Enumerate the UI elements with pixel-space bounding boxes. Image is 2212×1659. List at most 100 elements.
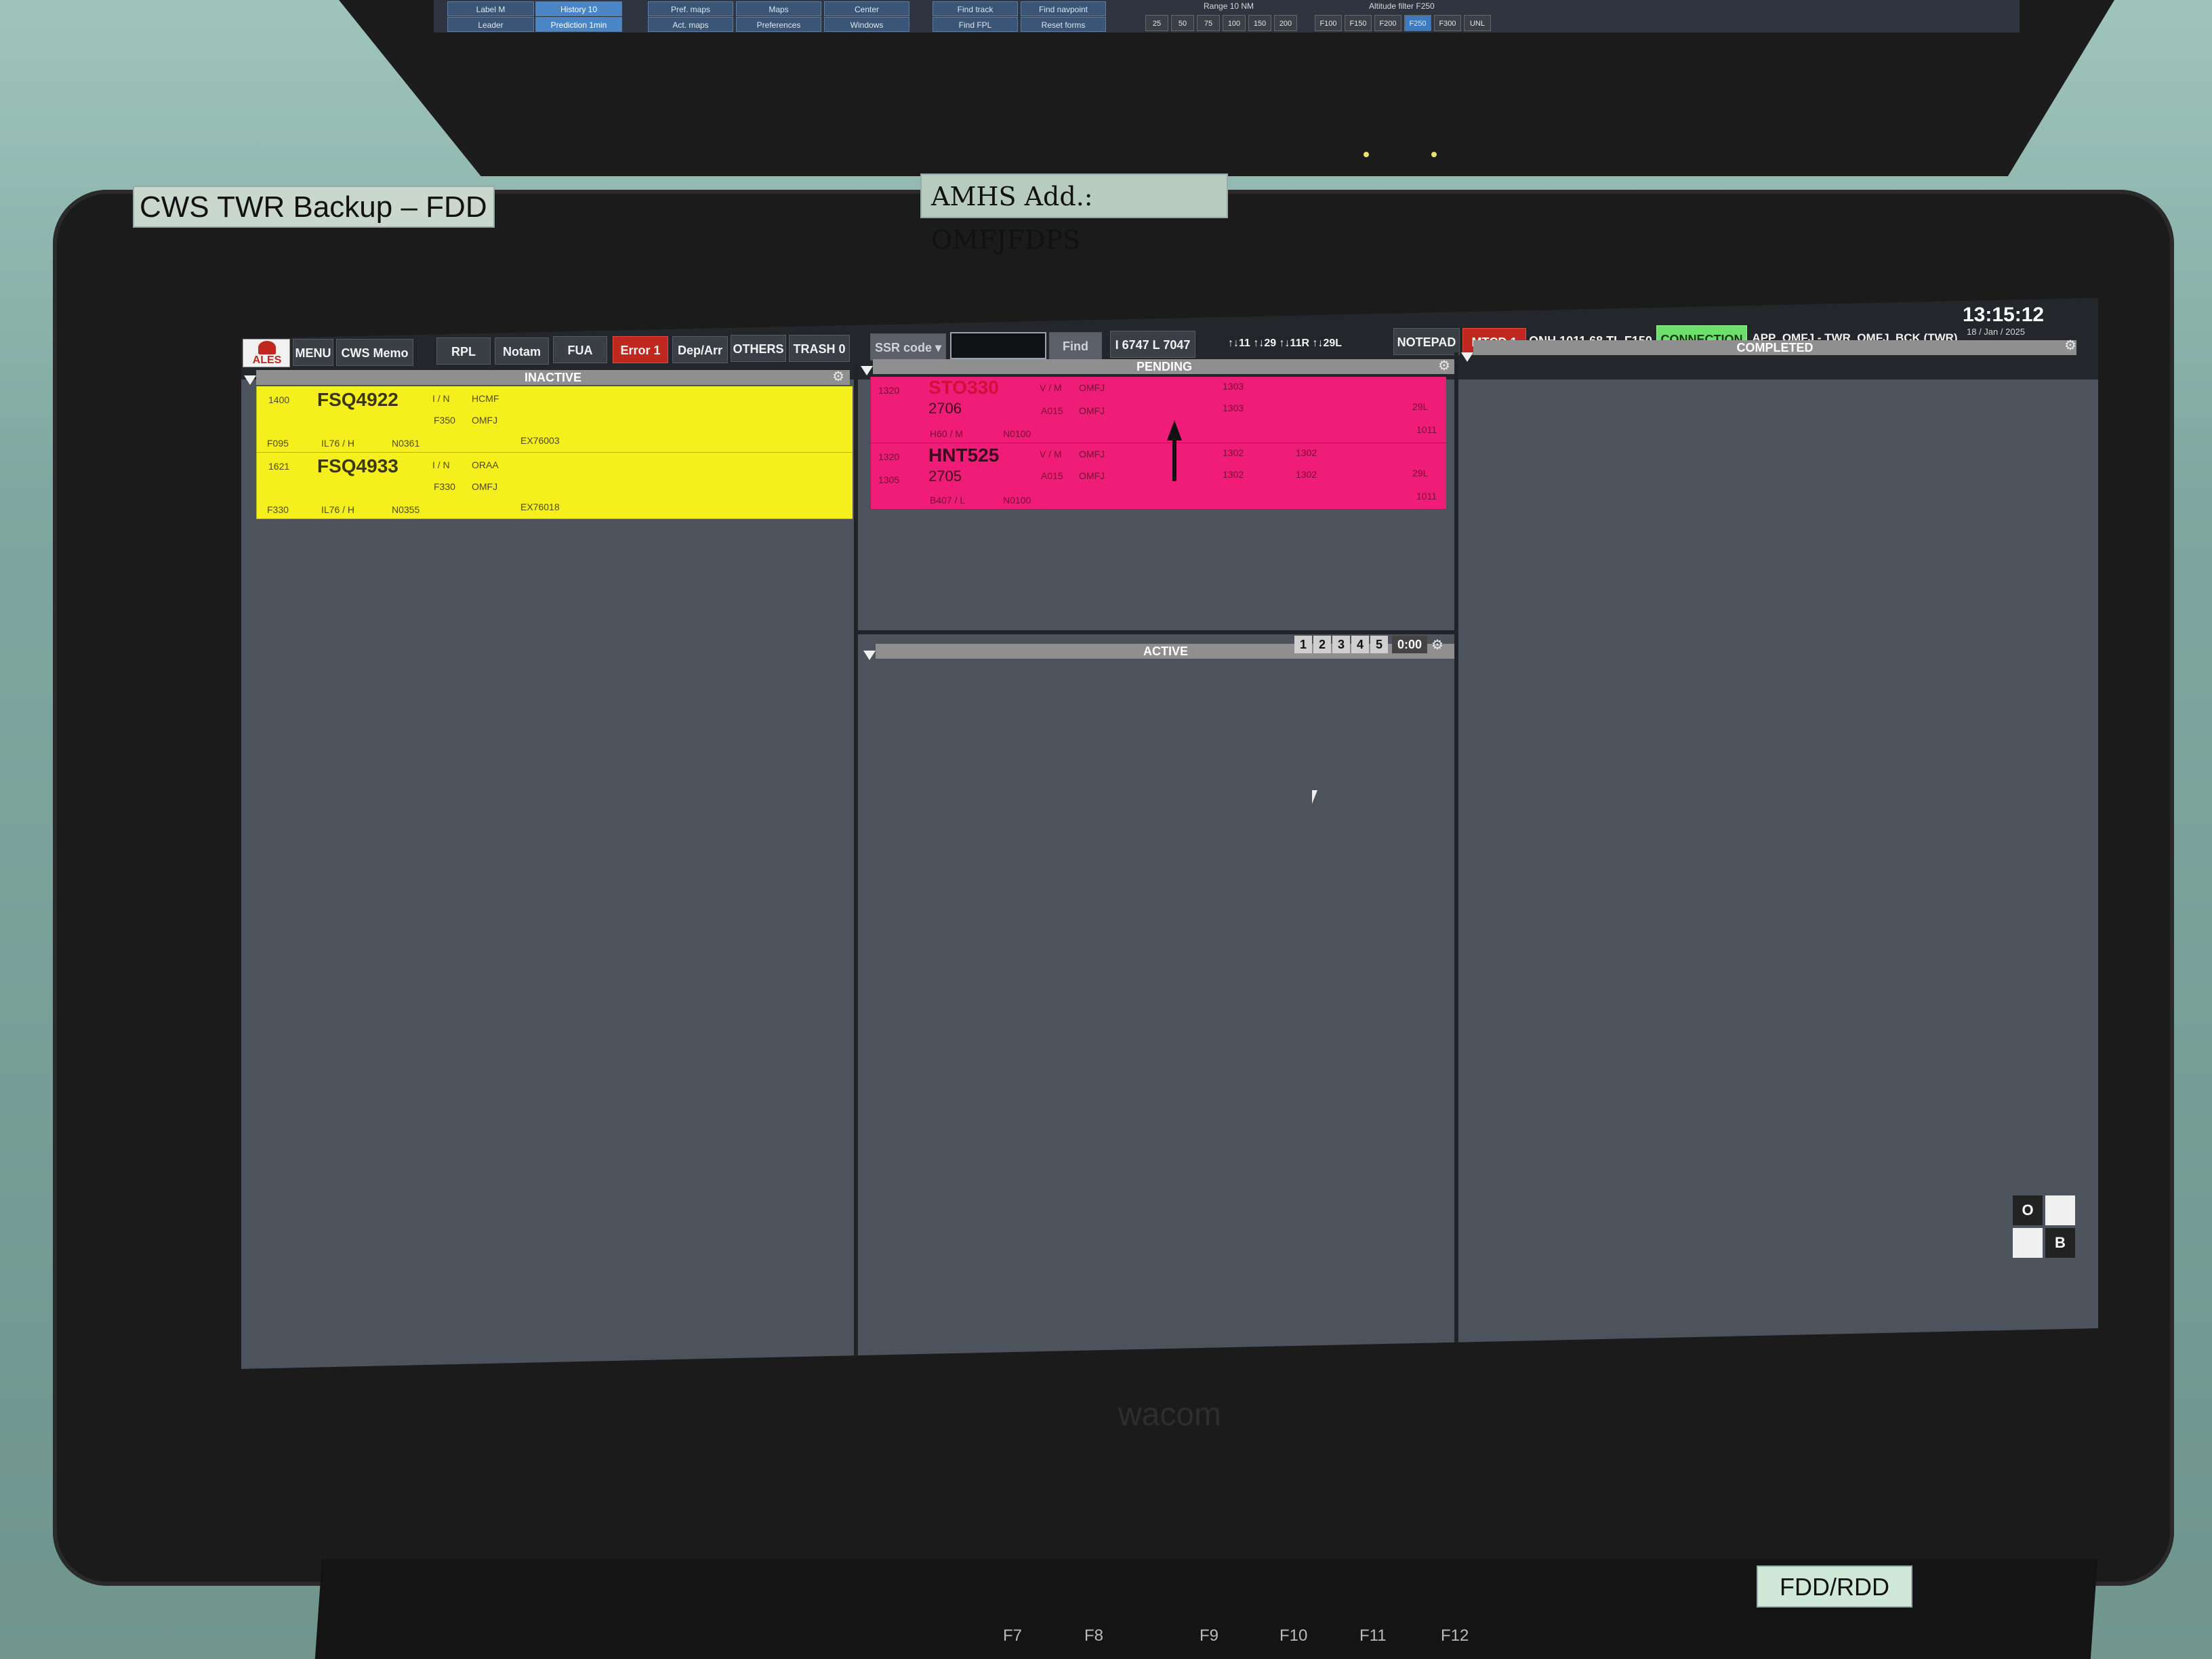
range-option[interactable]: 200 (1274, 15, 1297, 31)
range-option[interactable]: 100 (1223, 15, 1246, 31)
dep-arr-button[interactable]: Dep/Arr (672, 336, 728, 363)
prediction-button[interactable]: Prediction 1min (535, 17, 622, 32)
strip-departure: OMFJ (1079, 382, 1105, 393)
altitude-option[interactable]: F300 (1434, 15, 1461, 31)
inactive-strip[interactable]: 1400 FSQ4922 I / N HCMF F350 OMFJ F095 I… (256, 386, 853, 453)
altitude-option[interactable]: F100 (1315, 15, 1342, 31)
strip-time-secondary: 1305 (878, 474, 900, 485)
active-collapse-icon[interactable] (863, 651, 876, 660)
pending-header: PENDING (873, 359, 1456, 374)
b-button[interactable]: B (2045, 1228, 2075, 1258)
departure-arrow-icon (1167, 420, 1182, 481)
strip-callsign: HNT525 (928, 445, 1000, 466)
pending-settings-gear-icon[interactable]: ⚙ (1438, 359, 1450, 373)
label-m-button[interactable]: Label M (447, 1, 534, 16)
center-button[interactable]: Center (824, 1, 909, 16)
f12-key[interactable]: F12 (1441, 1626, 1469, 1645)
strip-aircraft-type: IL76 / H (321, 438, 355, 449)
pending-strip[interactable]: 1320 1305 HNT525 2705 V / M OMFJ A015 OM… (870, 443, 1446, 510)
leader-button[interactable]: Leader (447, 17, 534, 32)
active-page-button[interactable]: 2 (1313, 636, 1331, 653)
f7-key[interactable]: F7 (1003, 1626, 1022, 1645)
strip-qnh: 1011 (1416, 491, 1437, 501)
find-navpoint-button[interactable]: Find navpoint (1021, 1, 1106, 16)
completed-settings-gear-icon[interactable]: ⚙ (2064, 339, 2076, 352)
inactive-settings-gear-icon[interactable]: ⚙ (832, 370, 844, 384)
ob-corner-widget[interactable]: O B (2013, 1195, 2078, 1261)
column-divider (854, 366, 858, 1369)
strip-time: 1320 (878, 385, 900, 396)
active-settings-gear-icon[interactable]: ⚙ (1431, 638, 1443, 652)
active-page-button[interactable]: 4 (1351, 636, 1369, 653)
strip-departure: OMFJ (1079, 449, 1105, 459)
strip-callsign: STO330 (928, 377, 999, 398)
strip-destination: HCMF (472, 393, 499, 404)
ssr-code-dropdown[interactable]: SSR code ▾ (870, 333, 946, 361)
strip-level: F350 (434, 415, 455, 426)
altitude-option-selected[interactable]: F250 (1404, 15, 1431, 31)
cws-memo-button[interactable]: CWS Memo (336, 339, 413, 366)
notepad-button[interactable]: NOTEPAD (1393, 328, 1460, 355)
pending-collapse-icon[interactable] (861, 366, 873, 375)
maps-button[interactable]: Maps (736, 1, 821, 16)
strip-callsign: FSQ4933 (317, 455, 398, 476)
history-button[interactable]: History 10 (535, 1, 622, 16)
menu-button[interactable]: MENU (293, 339, 333, 366)
clock: 13:15:12 (1963, 304, 2045, 326)
act-maps-button[interactable]: Act. maps (648, 17, 733, 32)
pref-maps-button[interactable]: Pref. maps (648, 1, 733, 16)
strip-destination: OMFJ (1079, 405, 1105, 416)
status-led (1431, 152, 1437, 157)
pending-active-divider (858, 630, 1454, 634)
trash-button[interactable]: TRASH 0 (789, 335, 850, 362)
blank-tile (2045, 1195, 2075, 1225)
inactive-strip[interactable]: 1621 FSQ4933 I / N ORAA F330 OMFJ F330 I… (256, 453, 853, 519)
strip-flight-rules: V / M (1040, 382, 1062, 393)
ales-logo-mark (258, 341, 276, 354)
range-option[interactable]: 25 (1145, 15, 1168, 31)
f9-key[interactable]: F9 (1200, 1626, 1218, 1645)
pending-strip[interactable]: 1320 STO330 2706 V / M OMFJ A015 OMFJ H6… (870, 377, 1446, 443)
altitude-option[interactable]: F200 (1374, 15, 1401, 31)
strip-ssr-code: 2705 (928, 468, 962, 485)
altitude-option[interactable]: UNL (1464, 15, 1491, 31)
o-button[interactable]: O (2013, 1195, 2043, 1225)
strip-destination: OMFJ (1079, 470, 1105, 481)
fua-button[interactable]: FUA (553, 336, 607, 363)
strip-departure: OMFJ (472, 415, 498, 426)
error-button[interactable]: Error 1 (613, 336, 668, 363)
ssr-code-input[interactable] (950, 332, 1046, 359)
inactive-collapse-icon[interactable] (244, 375, 256, 385)
strip-destination: ORAA (472, 459, 499, 470)
completed-header: COMPLETED (1473, 340, 2076, 355)
strip-time-field: 1302 (1296, 469, 1317, 480)
runway-indicators: ↑↓11 ↑↓29 ↑↓11R ↑↓29L (1227, 337, 1343, 349)
active-page-button[interactable]: 1 (1294, 636, 1312, 653)
f8-key[interactable]: F8 (1084, 1626, 1103, 1645)
range-option[interactable]: 75 (1197, 15, 1220, 31)
altitude-option[interactable]: F150 (1345, 15, 1372, 31)
range-option[interactable]: 50 (1171, 15, 1194, 31)
f10-key[interactable]: F10 (1279, 1626, 1307, 1645)
range-option[interactable]: 150 (1248, 15, 1271, 31)
rpl-button[interactable]: RPL (436, 337, 491, 365)
find-track-button[interactable]: Find track (933, 1, 1018, 16)
notam-button[interactable]: Notam (495, 337, 549, 365)
find-fpl-button[interactable]: Find FPL (933, 17, 1018, 32)
active-page-selector: 1 2 3 4 5 0:00 ⚙ (1294, 636, 1457, 655)
completed-collapse-icon[interactable] (1461, 352, 1473, 362)
active-page-button[interactable]: 5 (1370, 636, 1388, 653)
reset-forms-button[interactable]: Reset forms (1021, 17, 1106, 32)
altitude-filter-caption: Altitude filter F250 (1369, 1, 1435, 11)
others-button[interactable]: OTHERS (731, 335, 786, 362)
strip-altitude: A015 (1041, 470, 1063, 481)
find-button[interactable]: Find (1049, 332, 1102, 359)
strip-aircraft-type: B407 / L (930, 495, 966, 506)
amhs-address-sticker: AMHS Add.: OMFJFDPS (920, 173, 1228, 255)
active-page-button[interactable]: 3 (1332, 636, 1350, 653)
preferences-button[interactable]: Preferences (736, 17, 821, 32)
strip-speed: N0100 (1003, 495, 1031, 506)
windows-button[interactable]: Windows (824, 17, 909, 32)
strip-departure: OMFJ (472, 481, 498, 492)
f11-key[interactable]: F11 (1359, 1626, 1387, 1645)
